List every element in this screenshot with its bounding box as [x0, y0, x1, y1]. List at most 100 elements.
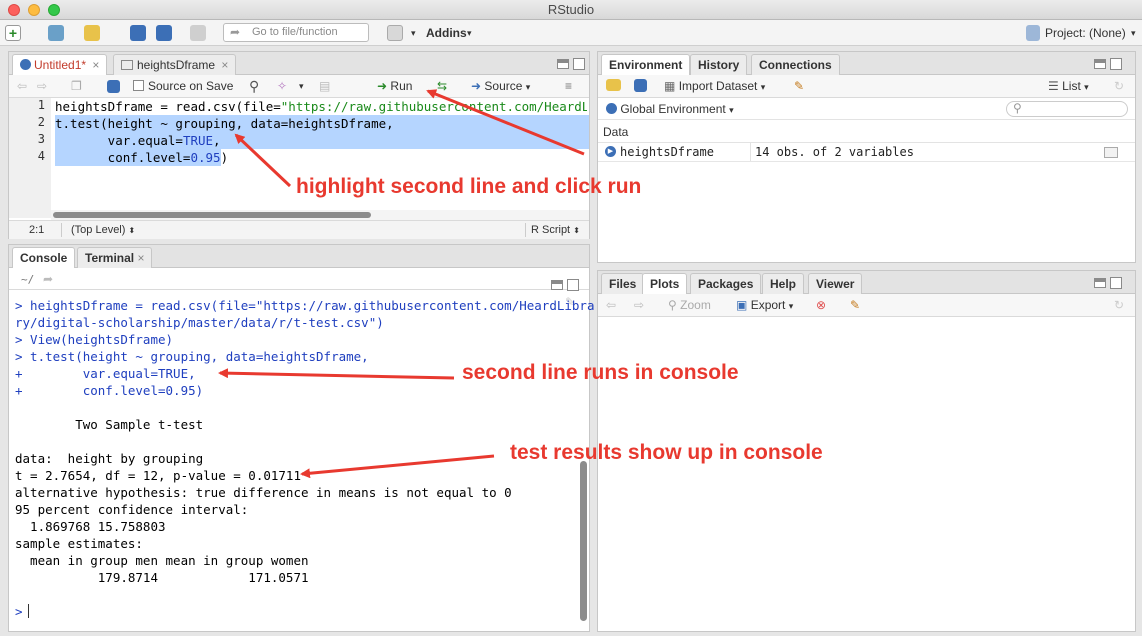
go-to-directory-icon[interactable]: ➦ — [43, 271, 53, 288]
project-menu[interactable]: Project: (None) — [1045, 24, 1126, 42]
rerun-icon[interactable]: ⇆ — [437, 78, 447, 95]
zoom-button[interactable]: ⚲ Zoom — [668, 297, 711, 314]
import-dataset-label: Import Dataset — [678, 79, 758, 93]
minimize-pane-icon[interactable] — [1094, 59, 1106, 69]
scrollbar-thumb[interactable] — [53, 212, 371, 218]
run-button[interactable]: ➜ Run — [377, 78, 412, 95]
tab-heightsdframe-label: heightsDframe — [137, 58, 216, 72]
minimize-pane-icon[interactable] — [1094, 278, 1106, 288]
maximize-pane-icon[interactable] — [1110, 58, 1122, 70]
new-file-icon[interactable]: + — [5, 25, 21, 41]
tab-connections[interactable]: Connections — [751, 54, 840, 75]
source-arrow-icon: ➜ — [471, 79, 482, 93]
tab-console-label: Console — [20, 251, 68, 265]
environment-search-input[interactable]: ⚲ — [1006, 101, 1128, 117]
remove-plot-icon[interactable]: ⊗ — [816, 297, 826, 314]
code-text: ) — [220, 150, 229, 165]
back-arrow-icon[interactable]: ⇦ — [606, 297, 616, 314]
save-all-icon[interactable] — [156, 25, 172, 41]
open-file-icon[interactable] — [84, 25, 100, 41]
editor-pane: Untitled1* × heightsDframe × ⇦ ⇨ ❐ Sourc… — [8, 51, 590, 239]
new-project-icon[interactable] — [48, 25, 64, 41]
source-button[interactable]: ➜ Source ▾ — [471, 78, 530, 95]
tab-packages[interactable]: Packages — [690, 273, 762, 294]
addins-menu[interactable]: Addins — [426, 24, 467, 42]
tab-help[interactable]: Help — [762, 273, 805, 294]
close-window-button[interactable] — [8, 4, 20, 16]
open-workspace-icon[interactable] — [606, 79, 621, 91]
back-arrow-icon[interactable]: ⇦ — [17, 78, 27, 95]
file-type-menu[interactable]: R Script ⬍ — [531, 221, 580, 240]
horizontal-scrollbar[interactable] — [51, 210, 589, 220]
search-icon[interactable]: ⚲ — [249, 78, 259, 95]
console-line: t = 2.7654, df = 12, p-value = 0.01711 — [15, 468, 301, 483]
maximize-pane-icon[interactable] — [567, 279, 579, 291]
tab-environment[interactable]: Environment — [601, 54, 691, 76]
console-path-bar: ~/ ➦ ✎ — [9, 268, 589, 309]
refresh-icon[interactable]: ↻ — [1114, 297, 1124, 314]
print-icon[interactable] — [190, 25, 206, 41]
view-table-icon[interactable] — [1104, 147, 1118, 158]
prompt-symbol: > — [15, 604, 23, 619]
scrollbar-thumb[interactable] — [580, 461, 587, 621]
minimize-pane-icon[interactable] — [551, 280, 563, 290]
tab-console[interactable]: Console — [12, 247, 76, 269]
environment-row[interactable]: ▶ heightsDframe 14 obs. of 2 variables — [598, 143, 1135, 162]
variable-name: heightsDframe — [620, 145, 714, 159]
wand-dropdown-icon[interactable]: ▾ — [299, 78, 304, 95]
code-line[interactable]: heightsDframe = read.csv(file="https://r… — [55, 98, 587, 115]
close-tab-icon[interactable]: × — [92, 58, 99, 72]
minimize-pane-icon[interactable] — [557, 59, 569, 69]
tab-heightsdframe[interactable]: heightsDframe × — [113, 54, 237, 75]
tab-untitled1[interactable]: Untitled1* × — [12, 54, 108, 76]
refresh-icon[interactable]: ↻ — [1114, 78, 1124, 95]
save-icon[interactable] — [107, 80, 120, 93]
forward-arrow-icon[interactable]: ⇨ — [37, 78, 47, 95]
show-in-window-icon[interactable]: ❐ — [71, 78, 82, 95]
magic-wand-icon[interactable]: ✧ — [277, 78, 287, 95]
import-dataset-button[interactable]: ▦ Import Dataset ▾ — [664, 78, 765, 95]
annotation-test-results: test results show up in console — [510, 441, 823, 464]
tab-files[interactable]: Files — [601, 273, 645, 294]
expand-icon[interactable]: ▶ — [605, 146, 616, 157]
console-prompt[interactable]: > — [15, 603, 29, 620]
source-on-save-checkbox[interactable]: Source on Save — [133, 78, 233, 95]
maximize-pane-icon[interactable] — [1110, 277, 1122, 289]
maximize-pane-icon[interactable] — [573, 58, 585, 70]
code-line[interactable]: t.test(height ~ grouping, data=heightsDf… — [55, 115, 394, 132]
goto-file-input[interactable]: ➦ Go to file/function — [223, 23, 369, 42]
code-line[interactable]: var.equal=TRUE, — [55, 132, 221, 149]
line-number: 4 — [37, 149, 45, 163]
minimize-window-button[interactable] — [28, 4, 40, 16]
checkbox-icon[interactable] — [133, 80, 144, 91]
layout-dropdown-icon[interactable]: ▾ — [411, 24, 416, 42]
goto-arrow-icon: ➦ — [230, 25, 241, 39]
zoom-label: Zoom — [680, 298, 711, 312]
broom-icon[interactable]: ✎ — [794, 78, 804, 95]
save-icon[interactable] — [130, 25, 146, 41]
tab-history[interactable]: History — [690, 54, 748, 75]
forward-arrow-icon[interactable]: ⇨ — [634, 297, 644, 314]
view-mode-menu[interactable]: ☰ List ▾ — [1048, 78, 1089, 95]
scope-menu[interactable]: (Top Level) ⬍ — [71, 221, 135, 240]
export-menu[interactable]: ▣ Export ▾ — [736, 297, 793, 314]
clear-plots-icon[interactable]: ✎ — [850, 297, 860, 314]
zoom-window-button[interactable] — [48, 4, 60, 16]
tab-environment-label: Environment — [609, 58, 683, 72]
close-tab-icon[interactable]: × — [137, 251, 144, 265]
tab-terminal[interactable]: Terminal × — [77, 247, 153, 268]
code-line[interactable]: conf.level=0.95) — [55, 149, 228, 166]
save-workspace-icon[interactable] — [634, 79, 647, 92]
global-environment-menu[interactable]: Global Environment ▾ — [606, 101, 734, 118]
console-line: ry/digital-scholarship/master/data/r/t-t… — [15, 315, 384, 330]
environment-pane: Environment History Connections ▦ Import… — [597, 51, 1136, 263]
variable-description: 14 obs. of 2 variables — [755, 145, 914, 159]
tab-viewer[interactable]: Viewer — [808, 273, 863, 294]
plots-toolbar: ⇦ ⇨ ⚲ Zoom ▣ Export ▾ ⊗ ✎ ↻ — [598, 294, 1135, 317]
outline-icon[interactable]: ≡ — [565, 78, 572, 95]
close-tab-icon[interactable]: × — [221, 58, 228, 72]
tab-plots[interactable]: Plots — [642, 273, 688, 295]
compile-report-icon[interactable]: ▤ — [319, 78, 330, 95]
environment-toolbar: ▦ Import Dataset ▾ ✎ ☰ List ▾ ↻ — [598, 75, 1135, 98]
grid-layout-icon[interactable] — [387, 25, 403, 41]
